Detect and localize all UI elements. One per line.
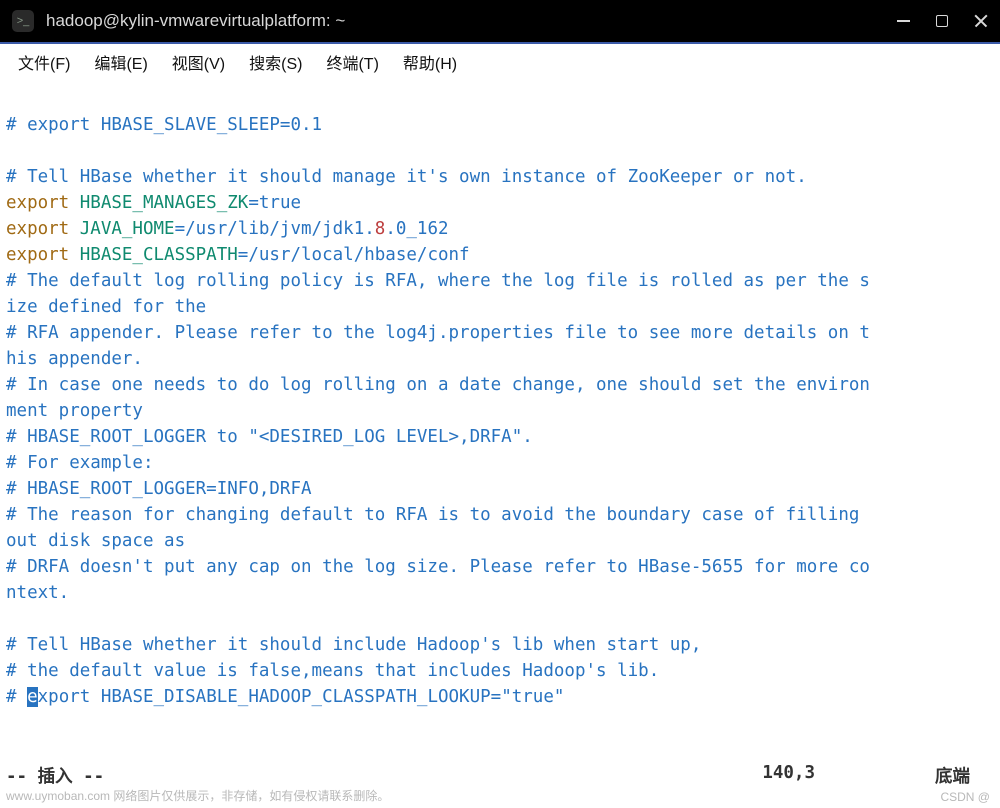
code-line: ize defined for the xyxy=(6,297,206,317)
minimize-icon[interactable] xyxy=(897,20,910,22)
code-text: =/usr/lib/jvm/jdk1. xyxy=(175,219,375,239)
window-title: hadoop@kylin-vmwarevirtualplatform: ~ xyxy=(46,11,897,31)
code-text: xport HBASE_DISABLE_HADOOP_CLASSPATH_LOO… xyxy=(38,687,565,707)
menu-view[interactable]: 视图(V) xyxy=(162,46,235,78)
scroll-indicator: 底端 xyxy=(935,763,970,788)
code-line: # The reason for changing default to RFA… xyxy=(6,505,870,525)
cursor: e xyxy=(27,687,38,707)
code-line: # In case one needs to do log rolling on… xyxy=(6,375,870,395)
code-line: out disk space as xyxy=(6,531,185,551)
maximize-icon[interactable] xyxy=(936,15,948,27)
code-text: =true xyxy=(248,193,301,213)
code-number: 8 xyxy=(375,219,386,239)
code-line: # export HBASE_SLAVE_SLEEP=0.1 xyxy=(6,115,322,135)
menu-terminal[interactable]: 终端(T) xyxy=(316,46,388,78)
titlebar: >_ hadoop@kylin-vmwarevirtualplatform: ~ xyxy=(0,0,1000,42)
code-line: his appender. xyxy=(6,349,143,369)
code-text: # xyxy=(6,687,27,707)
code-line: # HBASE_ROOT_LOGGER to "<DESIRED_LOG LEV… xyxy=(6,427,533,447)
cursor-position: 140,3 xyxy=(762,763,815,788)
code-text: .0_162 xyxy=(385,219,448,239)
menu-edit[interactable]: 编辑(E) xyxy=(84,46,157,78)
var-name: HBASE_MANAGES_ZK xyxy=(69,193,248,213)
window-controls xyxy=(897,14,988,28)
code-line: # DRFA doesn't put any cap on the log si… xyxy=(6,557,870,577)
vim-status-line: -- 插入 -- 140,3 底端 xyxy=(6,763,994,788)
code-line: # Tell HBase whether it should include H… xyxy=(6,635,701,655)
keyword-export: export xyxy=(6,219,69,239)
var-name: HBASE_CLASSPATH xyxy=(69,245,238,265)
code-line: # The default log rolling policy is RFA,… xyxy=(6,271,870,291)
var-name: JAVA_HOME xyxy=(69,219,174,239)
watermark-csdn: CSDN @ xyxy=(940,790,990,804)
code-line: # Tell HBase whether it should manage it… xyxy=(6,167,807,187)
menu-file[interactable]: 文件(F) xyxy=(8,46,80,78)
code-line: ment property xyxy=(6,401,143,421)
keyword-export: export xyxy=(6,245,69,265)
code-line: ntext. xyxy=(6,583,69,603)
menubar: 文件(F) 编辑(E) 视图(V) 搜索(S) 终端(T) 帮助(H) xyxy=(0,44,1000,80)
watermark-text: www.uymoban.com 网络图片仅供展示，非存储，如有侵权请联系删除。 xyxy=(6,787,389,804)
code-line: # the default value is false,means that … xyxy=(6,661,659,681)
terminal-content[interactable]: # export HBASE_SLAVE_SLEEP=0.1 # Tell HB… xyxy=(0,80,1000,784)
menu-help[interactable]: 帮助(H) xyxy=(393,46,467,78)
code-text: =/usr/local/hbase/conf xyxy=(238,245,470,265)
close-icon[interactable] xyxy=(974,14,988,28)
menu-search[interactable]: 搜索(S) xyxy=(239,46,312,78)
code-line: # HBASE_ROOT_LOGGER=INFO,DRFA xyxy=(6,479,312,499)
vim-mode: -- 插入 -- xyxy=(6,763,104,788)
code-line: # RFA appender. Please refer to the log4… xyxy=(6,323,870,343)
terminal-app-icon: >_ xyxy=(12,10,34,32)
keyword-export: export xyxy=(6,193,69,213)
code-line: # For example: xyxy=(6,453,154,473)
